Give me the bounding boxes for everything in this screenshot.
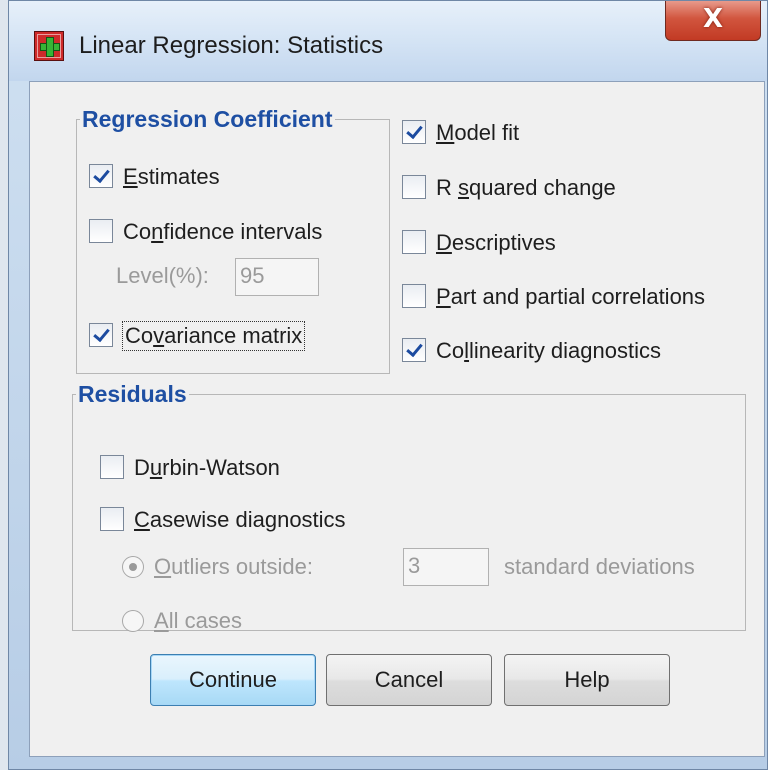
confidence-intervals-checkbox-box[interactable] <box>89 219 113 243</box>
outliers-outside-label: Outliers outside: <box>154 554 313 579</box>
all-cases-radio[interactable] <box>122 610 144 632</box>
level-input[interactable]: 95 <box>235 258 319 296</box>
dialog-body: Regression Coefficient Estimates Confide… <box>29 81 765 757</box>
close-icon: X <box>702 4 724 34</box>
standard-deviations-label: standard deviations <box>504 554 695 579</box>
dialog-window: Linear Regression: Statistics X Regressi… <box>8 0 768 770</box>
casewise-diagnostics-checkbox-box[interactable] <box>100 507 124 531</box>
title-bar[interactable]: Linear Regression: Statistics X <box>9 1 767 81</box>
outliers-std-dev-input[interactable]: 3 <box>403 548 489 586</box>
window-title: Linear Regression: Statistics <box>79 32 384 59</box>
spss-add-icon <box>34 31 64 61</box>
durbin-watson-checkbox-box[interactable] <box>100 455 124 479</box>
outliers-outside-radio[interactable] <box>122 556 144 578</box>
residuals-title: Residuals <box>76 381 189 407</box>
continue-button[interactable]: Continue <box>150 654 316 706</box>
collinearity-diagnostics-checkbox-box[interactable] <box>402 338 426 362</box>
covariance-matrix-checkbox-box[interactable] <box>89 323 113 347</box>
model-fit-checkbox-box[interactable] <box>402 120 426 144</box>
part-partial-correlations-checkbox-box[interactable] <box>402 284 426 308</box>
help-button[interactable]: Help <box>504 654 670 706</box>
level-label: Level(%): <box>116 263 209 288</box>
estimates-checkbox-box[interactable] <box>89 164 113 188</box>
regression-coefficients-title: Regression Coefficient <box>80 106 335 132</box>
close-button[interactable]: X <box>665 1 761 41</box>
cancel-button[interactable]: Cancel <box>326 654 492 706</box>
descriptives-checkbox-box[interactable] <box>402 230 426 254</box>
all-cases-label: All cases <box>154 608 243 633</box>
r-squared-change-checkbox-box[interactable] <box>402 175 426 199</box>
